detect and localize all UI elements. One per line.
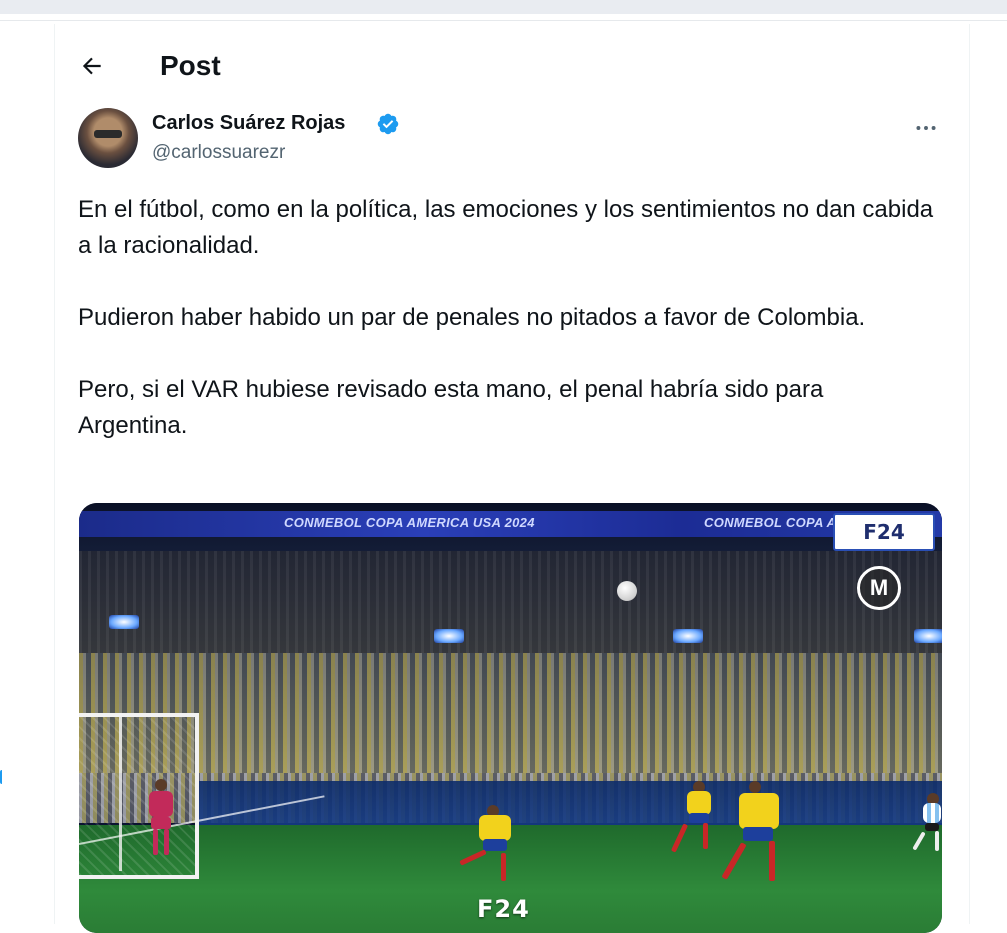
scroll-hint: [0, 770, 6, 784]
avatar[interactable]: [78, 108, 138, 168]
watermark-badge: F24: [833, 513, 935, 551]
more-horizontal-icon: [916, 126, 936, 130]
stadium-light: [914, 629, 942, 643]
stadium-light: [434, 629, 464, 643]
football: [617, 581, 637, 601]
post-header: Post: [80, 46, 221, 86]
goal-post: [79, 713, 122, 871]
back-button[interactable]: [74, 48, 110, 84]
tweet-paragraph: Pero, si el VAR hubiese revisado esta ma…: [78, 376, 824, 439]
author-name[interactable]: Carlos Suárez Rojas: [152, 112, 345, 135]
page-title: Post: [160, 50, 221, 81]
stadium-light: [109, 615, 139, 629]
divider: [0, 20, 1007, 21]
watermark-bottom: F24: [477, 895, 530, 923]
channel-logo: M: [857, 566, 901, 610]
ribbon-text-right: CONMEBOL COPA A: [704, 515, 837, 530]
author-handle[interactable]: @carlossuarezr: [152, 142, 285, 164]
verified-badge-icon: [377, 113, 399, 135]
arrow-left-icon: [82, 57, 101, 75]
more-options-button[interactable]: [910, 112, 942, 144]
tweet-video[interactable]: CONMEBOL COPA AMERICA USA 2024 CONMEBOL …: [79, 503, 942, 933]
ad-boards: [199, 781, 942, 831]
author-row: Carlos Suárez Rojas @carlossuarezr: [78, 108, 944, 170]
browser-top-strip: [0, 0, 1007, 14]
tweet-paragraph: En el fútbol, como en la política, las e…: [78, 196, 934, 259]
tweet-text: En el fútbol, como en la política, las e…: [78, 192, 938, 480]
stadium-light: [673, 629, 703, 643]
tweet-paragraph: Pudieron haber habido un par de penales …: [78, 304, 866, 331]
stadium-ribbon-board: CONMEBOL COPA AMERICA USA 2024 CONMEBOL …: [79, 511, 942, 537]
ribbon-text-left: CONMEBOL COPA AMERICA USA 2024: [284, 515, 535, 530]
